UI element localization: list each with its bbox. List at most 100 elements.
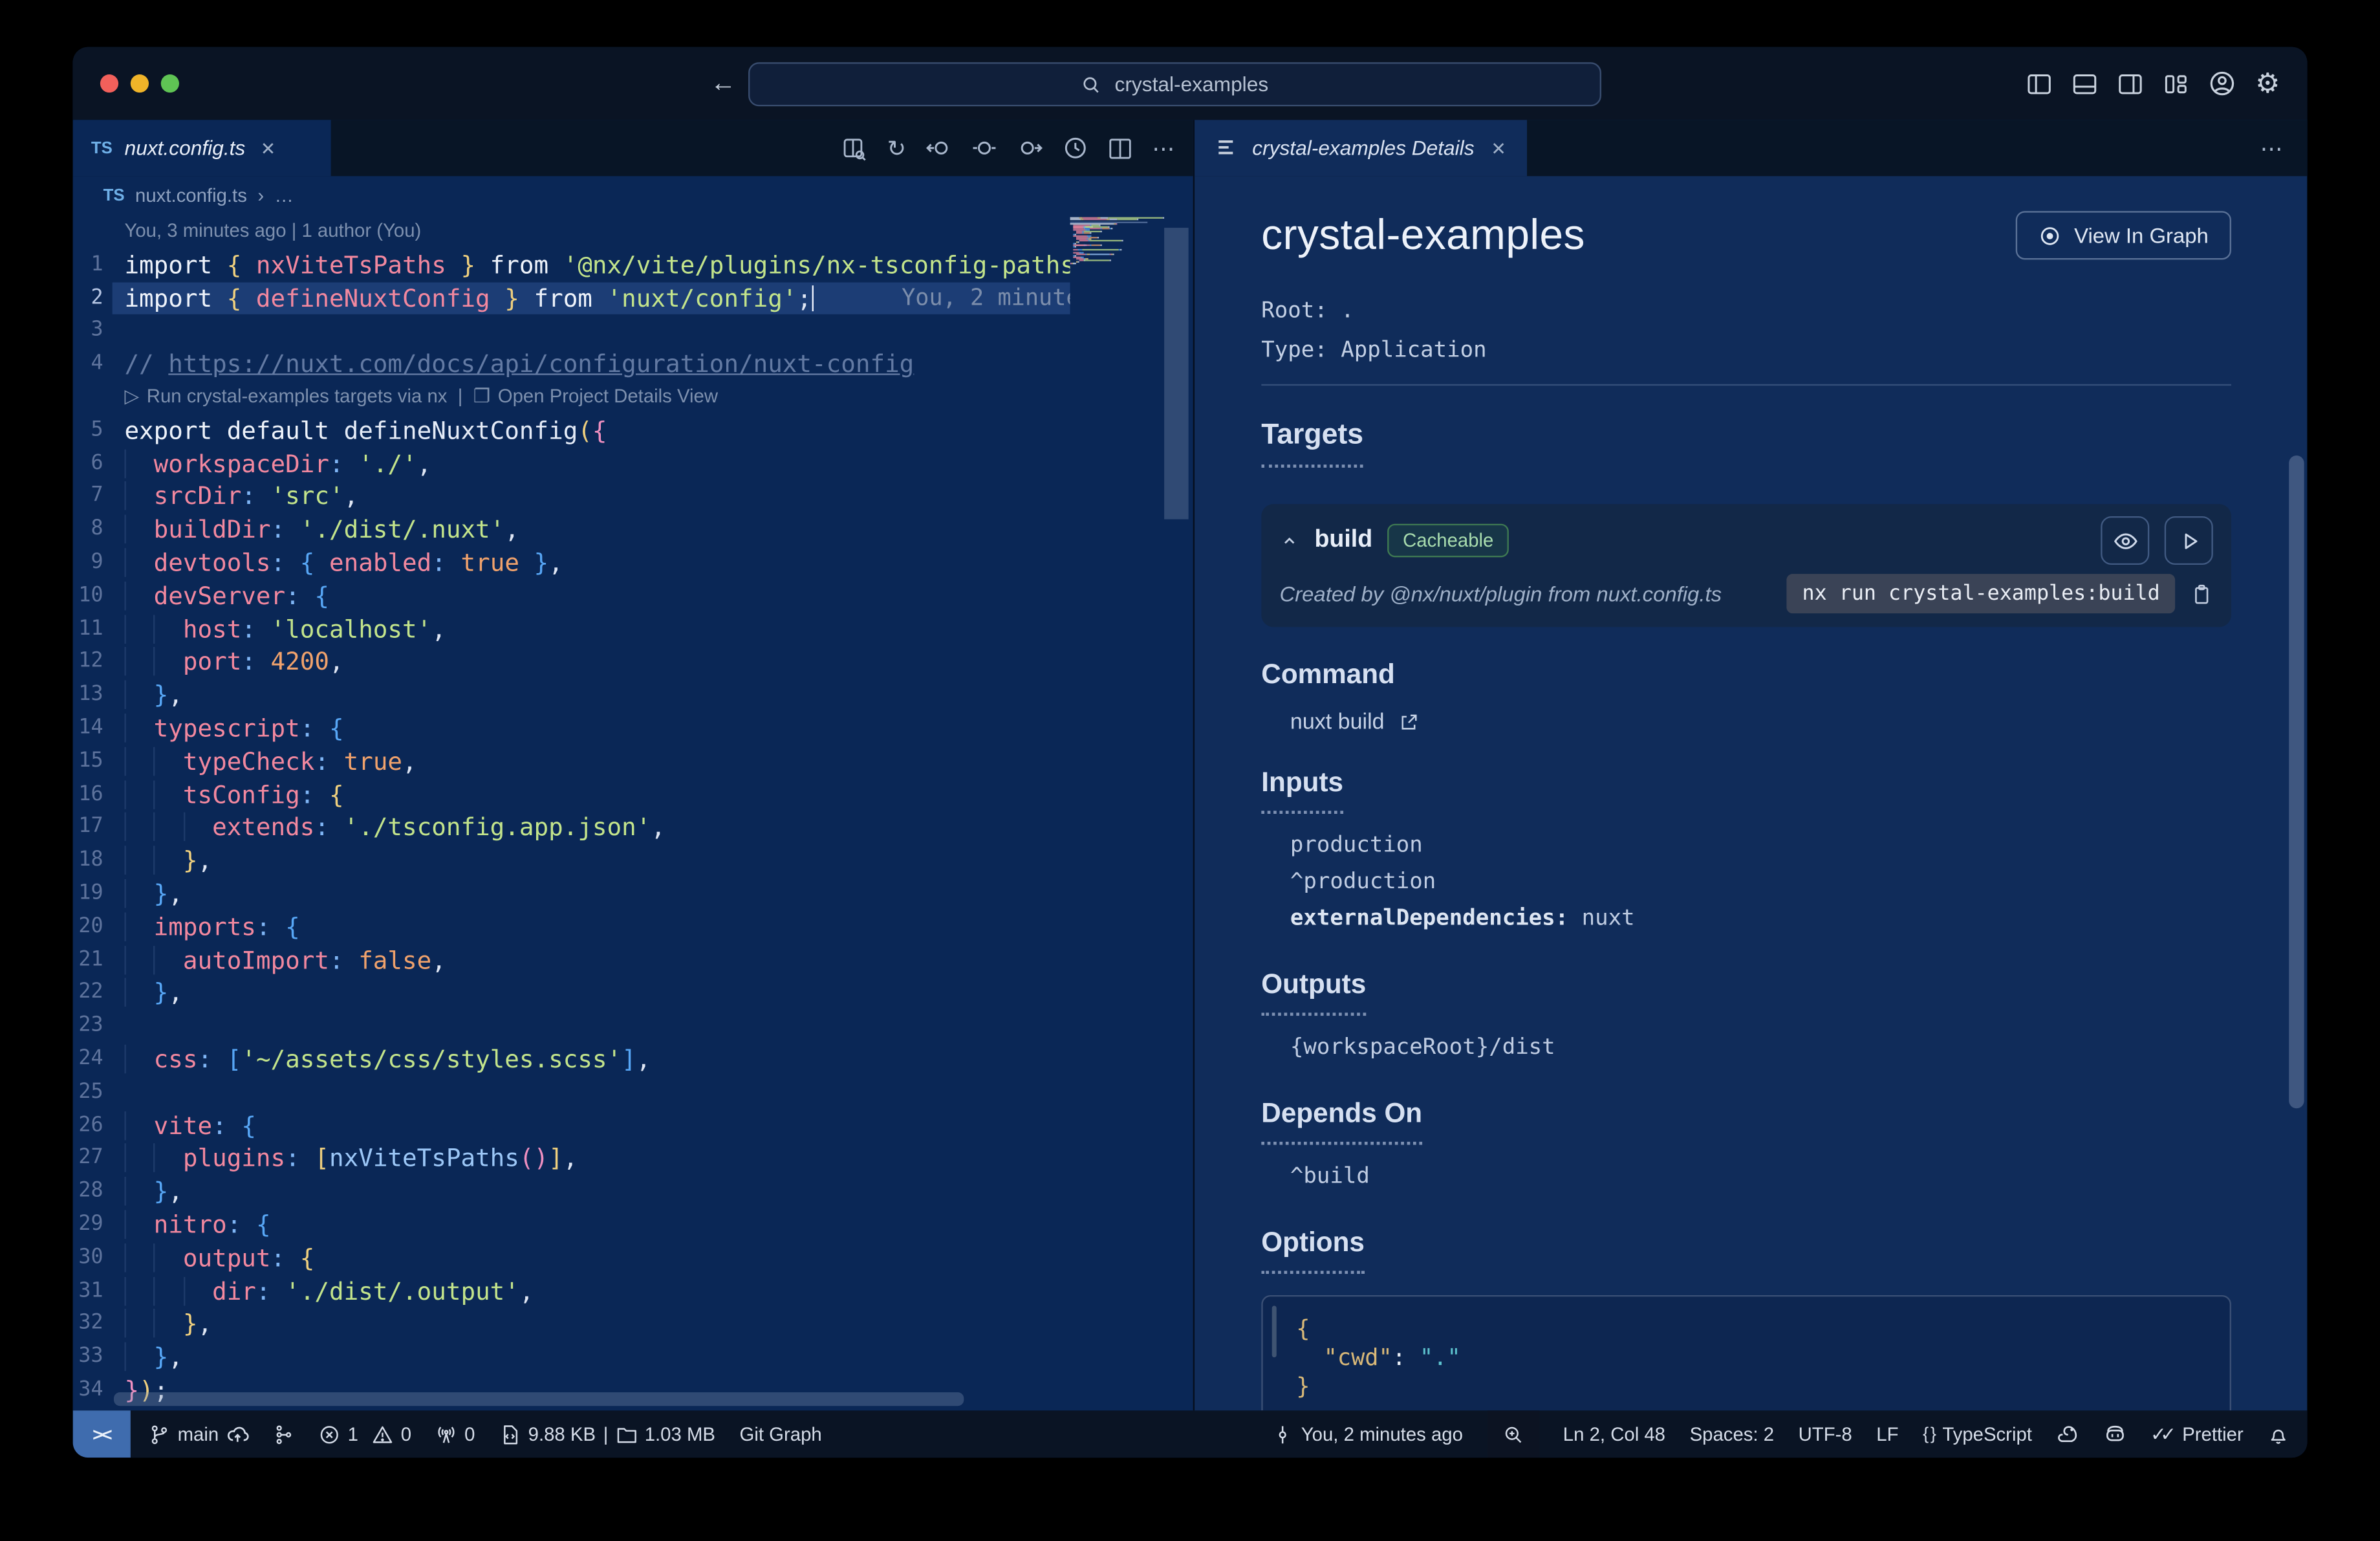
breadcrumb[interactable]: TS nuxt.config.ts › …: [73, 176, 1193, 215]
git-commits-item[interactable]: [274, 1423, 295, 1445]
code-line[interactable]: 3: [73, 315, 1070, 348]
code-line[interactable]: 25: [73, 1076, 1070, 1109]
code-lines[interactable]: You, 3 minutes ago | 1 author (You) 1 impo…: [73, 215, 1070, 1410]
code-line[interactable]: 15 typeCheck: true,: [73, 745, 1070, 778]
close-window-button[interactable]: [100, 74, 119, 93]
targets-heading[interactable]: Targets: [1261, 419, 1364, 468]
prettier-item[interactable]: ✓✓ Prettier: [2150, 1423, 2244, 1445]
code-line[interactable]: 10 devServer: {: [73, 580, 1070, 613]
blame-header-row[interactable]: You, 3 minutes ago | 1 author (You): [73, 215, 1070, 248]
customize-layout-icon[interactable]: [2163, 71, 2189, 96]
code-line[interactable]: 26 vite: {: [73, 1109, 1070, 1142]
options-heading[interactable]: Options: [1261, 1227, 1365, 1274]
code-line[interactable]: 22 },: [73, 977, 1070, 1010]
copilot-item[interactable]: [2103, 1423, 2126, 1445]
tab-close-icon[interactable]: ✕: [261, 137, 276, 158]
code-line[interactable]: 31 dir: './dist/.output',: [73, 1274, 1070, 1307]
run-target-button[interactable]: [2164, 516, 2213, 565]
git-branch-item[interactable]: main: [149, 1423, 249, 1445]
toggle-panel-icon[interactable]: [2072, 71, 2097, 96]
chevron-up-icon[interactable]: [1279, 530, 1299, 551]
toggle-primary-sidebar-icon[interactable]: [2026, 71, 2052, 96]
settings-gear-icon[interactable]: ⚙: [2255, 67, 2280, 99]
squirrel-item[interactable]: [2057, 1423, 2079, 1445]
breadcrumb-symbol[interactable]: …: [275, 185, 294, 206]
code-line[interactable]: 32 },: [73, 1307, 1070, 1340]
encoding-item[interactable]: UTF-8: [1799, 1423, 1852, 1445]
nav-previous-change-icon[interactable]: [926, 135, 952, 161]
code-line[interactable]: 29 nitro: {: [73, 1208, 1070, 1241]
git-graph-item[interactable]: Git Graph: [740, 1423, 822, 1445]
code-line[interactable]: 16 tsConfig: {: [73, 778, 1070, 811]
copy-clipboard-icon[interactable]: [2191, 582, 2213, 605]
code-line[interactable]: 7 srcDir: 'src',: [73, 481, 1070, 514]
code-line[interactable]: 11 host: 'localhost',: [73, 613, 1070, 646]
split-editor-icon[interactable]: [1108, 136, 1132, 160]
eol-item[interactable]: LF: [1876, 1423, 1898, 1445]
refresh-icon[interactable]: ↻: [887, 135, 907, 162]
depends-on-heading[interactable]: Depends On: [1261, 1098, 1423, 1145]
code-line[interactable]: 19 },: [73, 877, 1070, 910]
external-link-icon[interactable]: [1398, 712, 1420, 734]
minimap[interactable]: [1070, 217, 1165, 265]
blame-item[interactable]: You, 2 minutes ago: [1272, 1423, 1463, 1445]
editor-more-actions-icon[interactable]: ⋯: [1152, 135, 1174, 162]
cursor-position-item[interactable]: Ln 2, Col 48: [1563, 1423, 1665, 1445]
code-line[interactable]: 12 port: 4200,: [73, 646, 1070, 679]
language-item[interactable]: { } TypeScript: [1923, 1423, 2032, 1445]
window-controls[interactable]: [100, 74, 179, 93]
code-line[interactable]: 30 output: {: [73, 1241, 1070, 1274]
view-target-in-graph-button[interactable]: [2101, 516, 2150, 565]
horizontal-scrollbar[interactable]: [114, 1392, 964, 1406]
ports-item[interactable]: 0: [436, 1423, 475, 1445]
code-line[interactable]: 6 workspaceDir: './',: [73, 447, 1070, 480]
notifications-item[interactable]: [2267, 1423, 2289, 1445]
codelens-row[interactable]: ▷ Run crystal-examples targets via nx | ❐…: [73, 381, 1070, 414]
code-line[interactable]: 18 },: [73, 844, 1070, 877]
nav-next-change-icon[interactable]: [1017, 135, 1043, 161]
history-back-icon[interactable]: ←: [710, 69, 736, 99]
remote-indicator[interactable]: ><: [72, 1410, 131, 1458]
code-line[interactable]: 2 import { defineNuxtConfig } from 'nuxt/…: [73, 281, 1070, 315]
code-line[interactable]: 33 },: [73, 1341, 1070, 1374]
code-line[interactable]: 5 export default defineNuxtConfig({: [73, 414, 1070, 447]
tab-nuxt-config[interactable]: TS nuxt.config.ts ✕: [72, 120, 331, 177]
open-changes-icon[interactable]: [843, 136, 868, 160]
command-center-search[interactable]: crystal-examples: [748, 62, 1602, 107]
details-scrollbar[interactable]: [2289, 455, 2304, 1109]
code-line[interactable]: 9 devtools: { enabled: true },: [73, 547, 1070, 580]
target-name[interactable]: build: [1314, 527, 1372, 554]
indentation-item[interactable]: Spaces: 2: [1690, 1423, 1774, 1445]
code-line[interactable]: 21 autoImport: false,: [73, 944, 1070, 977]
code-line[interactable]: 23: [73, 1010, 1070, 1043]
zoom-item[interactable]: [1487, 1410, 1539, 1458]
outputs-heading[interactable]: Outputs: [1261, 968, 1367, 1016]
code-line[interactable]: 13 },: [73, 679, 1070, 712]
toggle-secondary-sidebar-icon[interactable]: [2117, 71, 2143, 96]
code-line[interactable]: 20 imports: {: [73, 911, 1070, 944]
breadcrumb-file[interactable]: nuxt.config.ts: [135, 185, 247, 206]
code-line[interactable]: 14 typescript: {: [73, 712, 1070, 745]
code-line[interactable]: 24 css: ['~/assets/css/styles.scss'],: [73, 1043, 1070, 1076]
timeline-history-icon[interactable]: [1063, 135, 1088, 161]
code-line[interactable]: 17 extends: './tsconfig.app.json',: [73, 811, 1070, 844]
file-size-item[interactable]: 9.88 KB | 1.03 MB: [499, 1423, 715, 1445]
code-line[interactable]: 4// https://nuxt.com/docs/api/configurat…: [73, 348, 1070, 381]
options-json-editor[interactable]: { "cwd": "."}: [1261, 1295, 2232, 1411]
maximize-window-button[interactable]: [160, 74, 179, 93]
details-more-actions-icon[interactable]: ⋯: [2260, 120, 2283, 176]
code-line[interactable]: 28 },: [73, 1175, 1070, 1208]
nav-change-icon[interactable]: [971, 135, 997, 161]
minimize-window-button[interactable]: [130, 74, 149, 93]
code-line[interactable]: 27 plugins: [nxViteTsPaths()],: [73, 1142, 1070, 1175]
account-icon[interactable]: [2208, 70, 2235, 97]
problems-item[interactable]: 1 0: [319, 1423, 411, 1445]
code-line[interactable]: 8 buildDir: './dist/.nuxt',: [73, 514, 1070, 547]
view-in-graph-button[interactable]: View In Graph: [2015, 211, 2232, 260]
vertical-scrollbar[interactable]: [1164, 228, 1189, 519]
inputs-heading[interactable]: Inputs: [1261, 767, 1344, 814]
details-tab-close-icon[interactable]: ✕: [1491, 137, 1506, 158]
code-line[interactable]: 1 import { nxViteTsPaths } from '@nx/vite…: [73, 248, 1070, 281]
tab-project-details[interactable]: crystal-examples Details ✕: [1195, 120, 1528, 177]
code-editor[interactable]: You, 3 minutes ago | 1 author (You) 1 impo…: [73, 215, 1193, 1410]
